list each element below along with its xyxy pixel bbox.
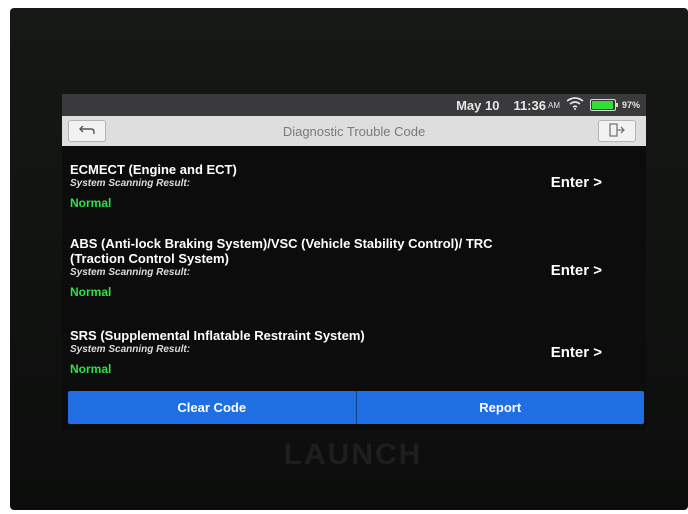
report-button[interactable]: Report — [355, 391, 645, 424]
system-item-abs-vsc-trc[interactable]: ABS (Anti-lock Braking System)/VSC (Vehi… — [70, 236, 640, 299]
back-button[interactable] — [68, 120, 106, 142]
system-result-status: Normal — [70, 362, 112, 376]
status-date: May 10 — [456, 97, 500, 113]
device-screen: May 10 11:36 AM 97% Diagnostic Trouble C… — [62, 94, 646, 430]
system-result-status: Normal — [70, 196, 112, 210]
battery-percent: 97% — [621, 100, 640, 110]
enter-button[interactable]: Enter > — [551, 174, 602, 191]
status-time: 11:36 — [513, 97, 546, 113]
page-title: Diagnostic Trouble Code — [282, 123, 426, 139]
battery-fill — [591, 101, 614, 109]
system-title: ABS (Anti-lock Braking System)/VSC (Vehi… — [70, 236, 493, 266]
status-ampm: AM — [547, 100, 560, 110]
back-arrow-icon — [78, 124, 96, 139]
system-item-srs[interactable]: SRS (Supplemental Inflatable Restraint S… — [70, 328, 640, 376]
device-brand-logo: LAUNCH — [283, 438, 423, 471]
system-title: ECMECT (Engine and ECT) — [70, 162, 237, 177]
wifi-icon — [566, 97, 584, 113]
exit-button[interactable] — [598, 120, 636, 142]
system-result-status: Normal — [70, 285, 112, 299]
title-bar: Diagnostic Trouble Code — [62, 116, 646, 146]
status-bar: May 10 11:36 AM 97% — [62, 94, 646, 116]
enter-button[interactable]: Enter > — [551, 262, 602, 279]
battery-icon — [589, 99, 618, 111]
exit-icon — [609, 122, 625, 140]
clear-code-button[interactable]: Clear Code — [68, 391, 356, 424]
system-item-ecmect[interactable]: ECMECT (Engine and ECT) System Scanning … — [70, 162, 640, 210]
footer-toolbar: Clear Code Report — [68, 391, 644, 424]
system-title: SRS (Supplemental Inflatable Restraint S… — [70, 328, 365, 343]
enter-button[interactable]: Enter > — [551, 344, 602, 361]
